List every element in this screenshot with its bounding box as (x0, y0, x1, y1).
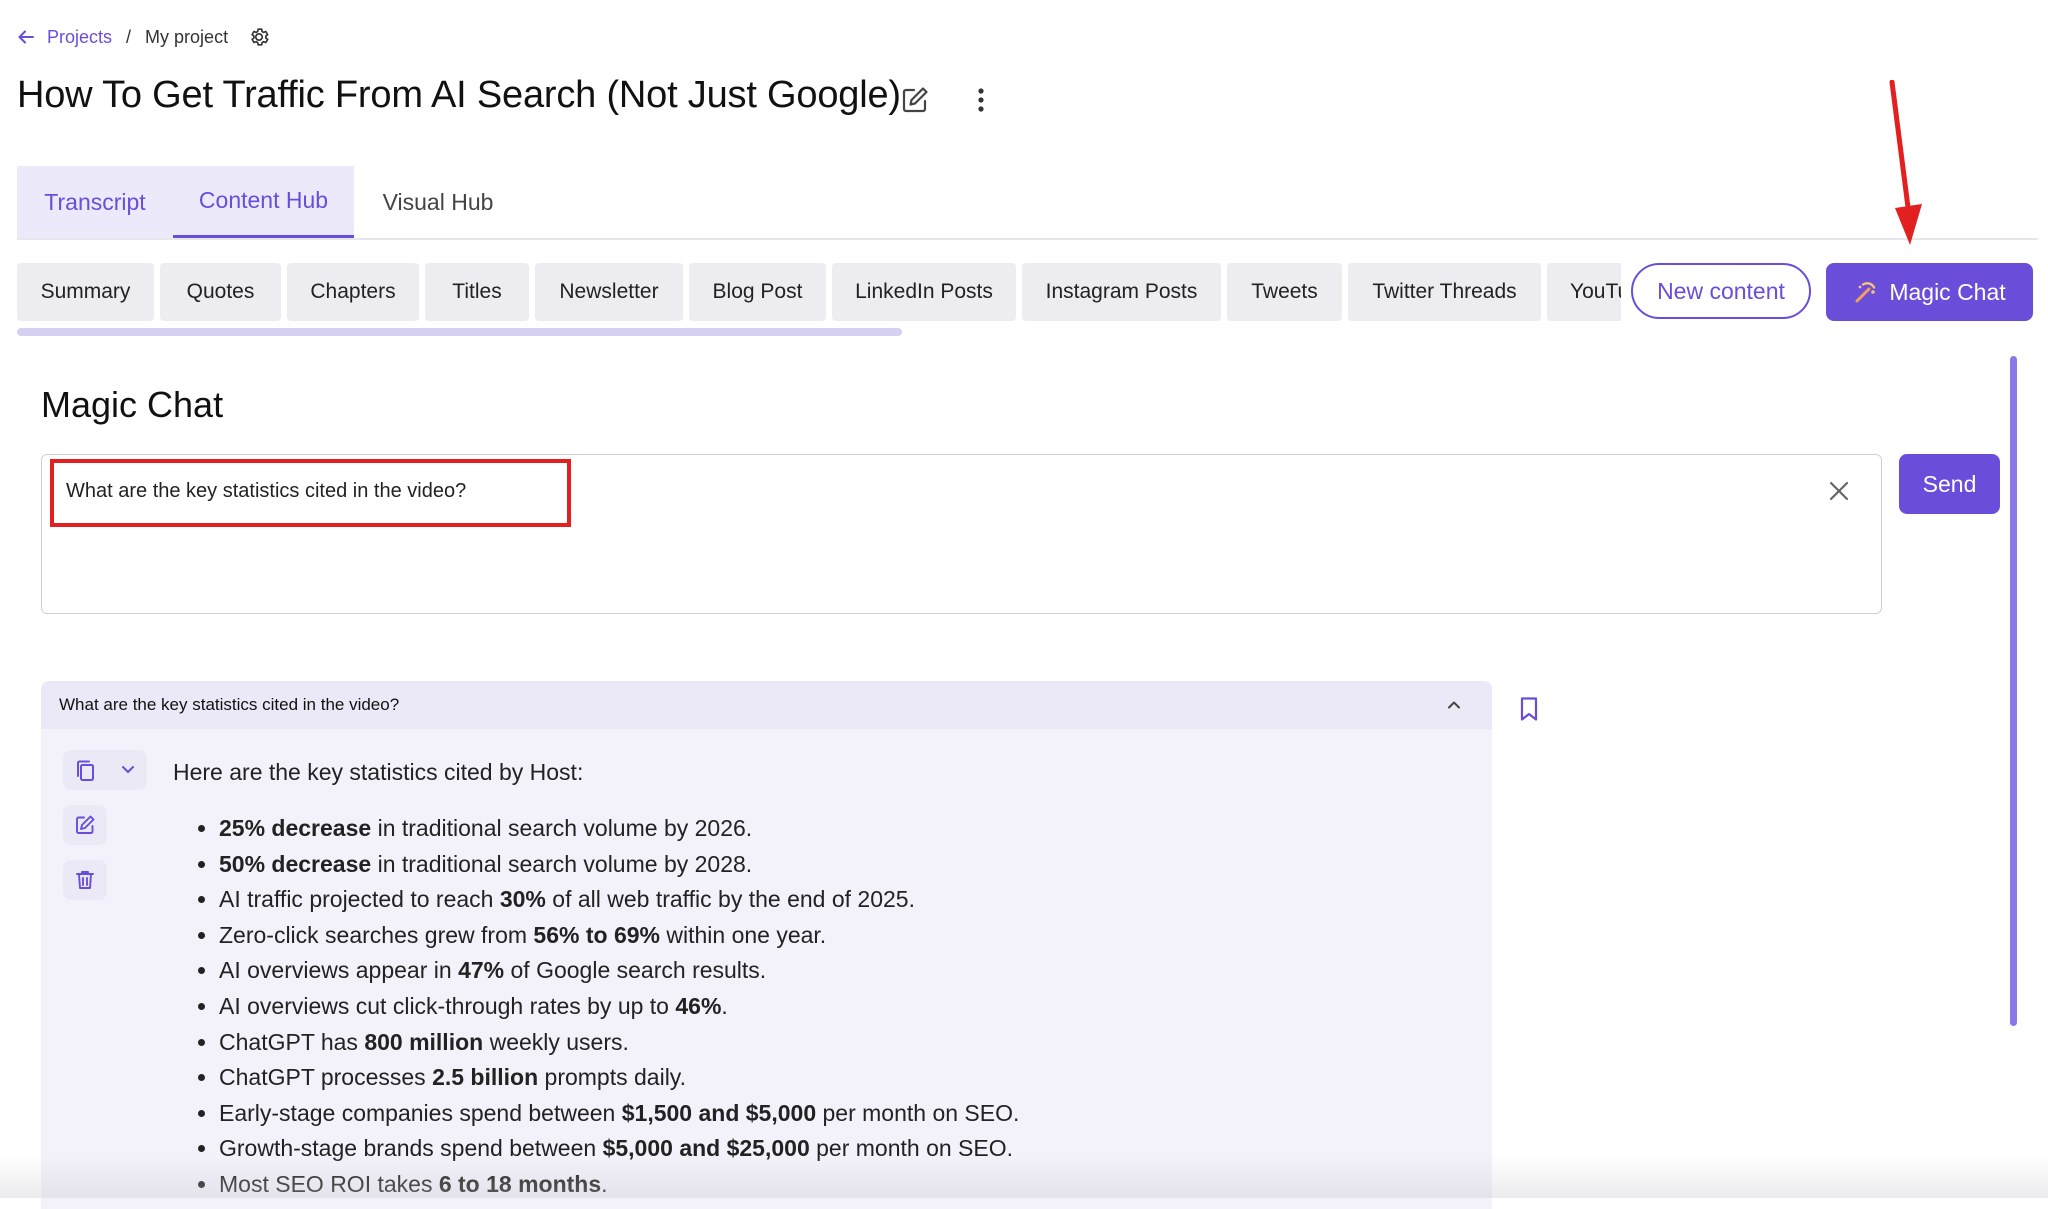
list-item-text: Most SEO ROI takes (219, 1170, 439, 1197)
list-item-highlight: 50% decrease (219, 850, 372, 877)
highlight-box (50, 459, 571, 527)
annotation-arrow (1880, 80, 1940, 250)
list-item-text: Early-stage companies spend between (219, 1099, 622, 1126)
list-item: 50% decrease in traditional search volum… (219, 847, 1469, 883)
list-item-highlight: 2.5 billion (432, 1064, 539, 1091)
tabs-scrollbar[interactable] (17, 328, 902, 336)
delete-response-button[interactable] (63, 860, 107, 900)
list-item-text: AI traffic projected to reach (219, 886, 500, 913)
list-item: 25% decrease in traditional search volum… (219, 811, 1469, 847)
magic-chat-button[interactable]: Magic Chat (1826, 263, 2033, 321)
list-item-text: ChatGPT has (219, 1028, 365, 1055)
content-type-tabs: Summary Quotes Chapters Titles Newslette… (17, 263, 1621, 321)
list-item-text: in traditional search volume by 2028. (371, 850, 753, 877)
subtab-tweets[interactable]: Tweets (1227, 263, 1342, 321)
subtab-instagram-posts[interactable]: Instagram Posts (1022, 263, 1221, 321)
list-item-highlight: 25% decrease (219, 815, 372, 841)
edit-icon[interactable] (900, 85, 930, 115)
subtab-summary[interactable]: Summary (17, 263, 154, 321)
list-item-text: weekly users. (483, 1028, 629, 1055)
copy-button-group (63, 750, 147, 790)
breadcrumb-projects-link[interactable]: Projects (47, 27, 112, 48)
list-item-highlight: 30% (499, 886, 546, 913)
magic-wand-icon (1853, 279, 1879, 305)
tab-visual-hub[interactable]: Visual Hub (354, 166, 522, 238)
response-question: What are the key statistics cited in the… (59, 695, 400, 714)
tab-transcript[interactable]: Transcript (17, 166, 173, 238)
chevron-down-icon[interactable] (120, 764, 136, 776)
list-item-text: of all web traffic by the end of 2025. (545, 886, 915, 913)
breadcrumb: Projects / My project (17, 24, 270, 50)
breadcrumb-separator: / (126, 26, 132, 47)
list-item: AI overviews cut click-through rates by … (219, 989, 1469, 1025)
chevron-up-icon[interactable] (1446, 697, 1462, 713)
more-vertical-icon[interactable] (976, 87, 986, 113)
list-item-highlight: $1,500 and $5,000 (621, 1099, 817, 1126)
list-item-text: per month on SEO. (809, 1135, 1014, 1162)
list-item: Zero-click searches grew from 56% to 69%… (219, 918, 1469, 954)
subtab-titles[interactable]: Titles (425, 263, 529, 321)
list-item: Growth-stage brands spend between $5,000… (219, 1131, 1469, 1167)
list-item: ChatGPT has 800 million weekly users. (219, 1025, 1469, 1061)
list-item-text: . (721, 992, 728, 1019)
list-item-text: prompts daily. (538, 1064, 686, 1091)
send-button[interactable]: Send (1899, 454, 2000, 514)
bookmark-icon[interactable] (1519, 696, 1539, 722)
list-item-highlight: 47% (458, 957, 505, 984)
list-item-highlight: 46% (675, 992, 722, 1019)
list-item: Early-stage companies spend between $1,5… (219, 1096, 1469, 1132)
breadcrumb-current: My project (145, 26, 229, 47)
chat-input[interactable]: What are the key statistics cited in the… (41, 454, 1882, 614)
list-item-text: per month on SEO. (816, 1099, 1020, 1126)
tab-content-hub[interactable]: Content Hub (173, 166, 354, 238)
list-item-highlight: $5,000 and $25,000 (602, 1135, 810, 1162)
subtab-linkedin-posts[interactable]: LinkedIn Posts (832, 263, 1016, 321)
page-title: How To Get Traffic From AI Search (Not J… (17, 74, 901, 116)
list-item-highlight: 56% to 69% (533, 921, 660, 948)
subtab-newsletter[interactable]: Newsletter (535, 263, 683, 321)
magic-chat-button-label: Magic Chat (1889, 278, 2006, 305)
list-item: AI overviews appear in 47% of Google sea… (219, 953, 1469, 989)
edit-icon (74, 814, 96, 836)
subtab-blog-post[interactable]: Blog Post (689, 263, 826, 321)
close-icon[interactable] (1827, 479, 1851, 503)
subtab-chapters[interactable]: Chapters (287, 263, 419, 321)
subtab-youtube[interactable]: YouTul (1547, 263, 1621, 321)
list-item-text: ChatGPT processes (219, 1064, 433, 1091)
list-item-text: within one year. (659, 921, 827, 948)
response-body: Here are the key statistics cited by Hos… (41, 729, 1492, 1209)
copy-icon[interactable] (75, 759, 97, 783)
list-item: Most SEO ROI takes 6 to 18 months. (219, 1167, 1469, 1203)
list-item-highlight: 6 to 18 months (438, 1170, 602, 1197)
page-scrollbar[interactable] (2010, 356, 2017, 1026)
section-title: Magic Chat (41, 384, 224, 425)
trash-icon (75, 869, 95, 891)
list-item-text: Zero-click searches grew from (219, 921, 534, 948)
list-item-highlight: 800 million (364, 1028, 484, 1055)
subtab-twitter-threads[interactable]: Twitter Threads (1348, 263, 1541, 321)
list-item-text: . (601, 1170, 608, 1197)
list-item: ChatGPT processes 2.5 billion prompts da… (219, 1060, 1469, 1096)
main-tabs: Transcript Content Hub Visual Hub (17, 166, 2038, 240)
subtab-quotes[interactable]: Quotes (160, 263, 281, 321)
list-item-text: AI overviews cut click-through rates by … (219, 992, 676, 1019)
arrow-left-icon[interactable] (17, 28, 35, 46)
edit-response-button[interactable] (63, 805, 107, 845)
list-item-text: of Google search results. (504, 957, 767, 984)
list-item: AI traffic projected to reach 30% of all… (219, 882, 1469, 918)
list-item-text: Growth-stage brands spend between (219, 1135, 603, 1162)
response-intro: Here are the key statistics cited by Hos… (173, 759, 584, 785)
statistics-list: 25% decrease in traditional search volum… (173, 811, 1469, 1203)
list-item-text: AI overviews appear in (219, 957, 459, 984)
gear-icon[interactable] (248, 26, 270, 48)
response-header[interactable]: What are the key statistics cited in the… (41, 681, 1492, 729)
list-item-text: in traditional search volume by 2026. (371, 815, 753, 841)
new-content-button[interactable]: New content (1631, 263, 1811, 319)
